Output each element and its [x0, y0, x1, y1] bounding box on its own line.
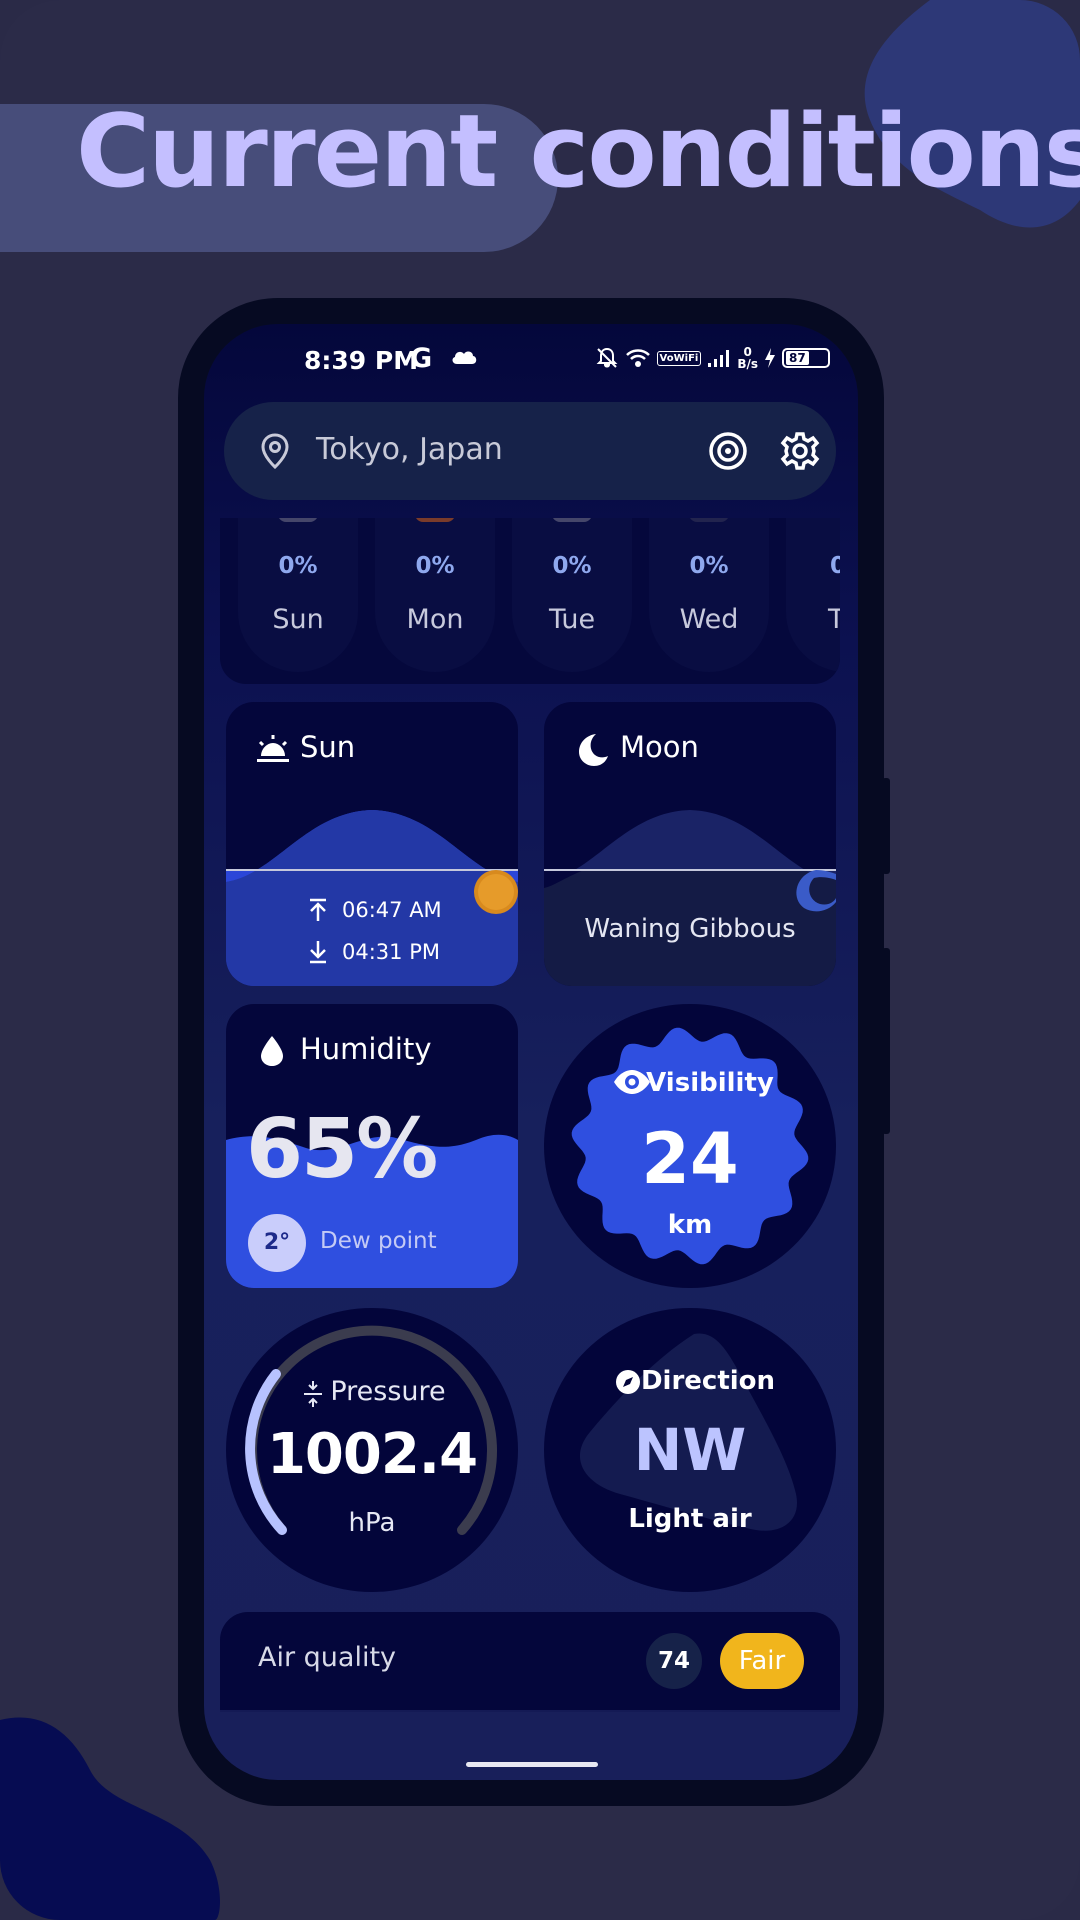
charging-icon — [765, 348, 775, 368]
sunrise-time: 06:47 AM — [342, 898, 442, 922]
status-time: 8:39 PM — [304, 346, 419, 375]
sunset-time: 04:31 PM — [342, 940, 440, 964]
location-text[interactable]: Tokyo, Japan — [316, 432, 503, 467]
power-button — [882, 948, 890, 1134]
daily-forecast-strip[interactable]: 0% Sun 0% Mon 0% Tue 0% Wed 0 T — [220, 518, 840, 684]
signal-icon — [708, 350, 730, 367]
dew-point-value: 2° — [248, 1214, 306, 1272]
air-quality-rating-badge: Fair — [720, 1633, 804, 1689]
day-name: Sun — [272, 604, 324, 635]
day-name: T — [828, 604, 840, 635]
app-screen: 8:39 PM G VoWiFi 0 B/s 87 Tokyo, Japan 0… — [204, 324, 858, 1780]
battery-level: 87 — [786, 351, 809, 365]
weather-icon — [552, 518, 592, 522]
humidity-label: Humidity — [300, 1032, 432, 1066]
headline: Current conditions — [76, 92, 1080, 210]
pressure-label: Pressure — [330, 1376, 446, 1407]
forecast-day[interactable]: 0% Mon — [375, 518, 495, 672]
visibility-card[interactable]: Visibility 24 km — [544, 1004, 836, 1288]
sun-label: Sun — [300, 730, 356, 764]
pressure-unit: hPa — [348, 1508, 396, 1538]
net-speed: 0 B/s — [737, 345, 758, 371]
forecast-day[interactable]: 0% Tue — [512, 518, 632, 672]
moon-card[interactable]: Moon Waning Gibbous — [544, 702, 836, 986]
volume-button — [882, 778, 890, 874]
battery-icon: 87 — [782, 348, 830, 368]
forecast-day[interactable]: 0 T — [786, 518, 840, 672]
direction-value: NW — [633, 1416, 747, 1484]
precip-chance: 0% — [552, 553, 592, 579]
sunrise-row: 06:47 AM — [308, 898, 468, 922]
visibility-value: 24 — [641, 1118, 739, 1200]
precip-chance: 0% — [689, 553, 729, 579]
divider — [220, 1710, 840, 1712]
vowifi-indicator: VoWiFi — [656, 350, 702, 366]
weather-icon — [415, 518, 455, 522]
sun-card[interactable]: Sun 06:47 AM 04:31 PM — [226, 702, 518, 986]
air-quality-card[interactable]: Air quality 74 Fair — [220, 1612, 840, 1712]
location-search-bar[interactable]: Tokyo, Japan — [224, 402, 836, 500]
status-bar: 8:39 PM G VoWiFi 0 B/s 87 — [204, 324, 858, 396]
pressure-value: 1002.4 — [266, 1422, 478, 1487]
moon-phase-text: Waning Gibbous — [584, 914, 796, 944]
air-quality-label: Air quality — [258, 1642, 397, 1673]
cloud-icon — [452, 351, 477, 364]
sunset-row: 04:31 PM — [308, 940, 468, 964]
weather-icon — [689, 518, 729, 522]
wind-direction-card[interactable]: Direction NW Light air — [544, 1308, 836, 1592]
arrow-down-icon — [310, 941, 326, 964]
location-pin-icon — [261, 433, 289, 469]
wind-description: Light air — [628, 1504, 752, 1534]
air-quality-index: 74 — [646, 1633, 702, 1689]
radar-icon[interactable] — [708, 431, 748, 471]
pressure-card[interactable]: Pressure 1002.4 hPa — [226, 1308, 518, 1592]
phone-frame: 8:39 PM G VoWiFi 0 B/s 87 Tokyo, Japan 0… — [178, 298, 890, 1806]
arrow-up-icon — [310, 898, 326, 921]
bell-off-icon — [596, 347, 617, 368]
humidity-card[interactable]: Humidity 65% 2° Dew point — [226, 1004, 518, 1288]
moon-icon — [579, 734, 608, 766]
humidity-value: 65% — [246, 1102, 438, 1197]
precip-chance: 0 — [830, 553, 840, 579]
gear-icon[interactable] — [780, 431, 820, 471]
day-name: Mon — [406, 604, 464, 635]
precip-chance: 0% — [415, 553, 455, 579]
day-name: Tue — [548, 604, 596, 635]
forecast-day[interactable]: 0% Wed — [649, 518, 769, 672]
home-indicator[interactable] — [466, 1762, 598, 1767]
sunrise-icon — [257, 735, 289, 762]
droplet-icon — [261, 1036, 283, 1066]
moon-label: Moon — [620, 730, 699, 764]
wifi-icon — [625, 349, 650, 367]
day-name: Wed — [679, 604, 739, 635]
google-icon: G — [410, 343, 433, 374]
status-icons: VoWiFi 0 B/s 87 — [595, 346, 830, 370]
dew-point-label: Dew point — [320, 1228, 437, 1254]
visibility-label: Visibility — [646, 1068, 774, 1098]
weather-icon — [278, 518, 318, 522]
precip-chance: 0% — [278, 553, 318, 579]
visibility-unit: km — [667, 1210, 713, 1240]
forecast-day[interactable]: 0% Sun — [238, 518, 358, 672]
direction-label: Direction — [640, 1366, 776, 1396]
